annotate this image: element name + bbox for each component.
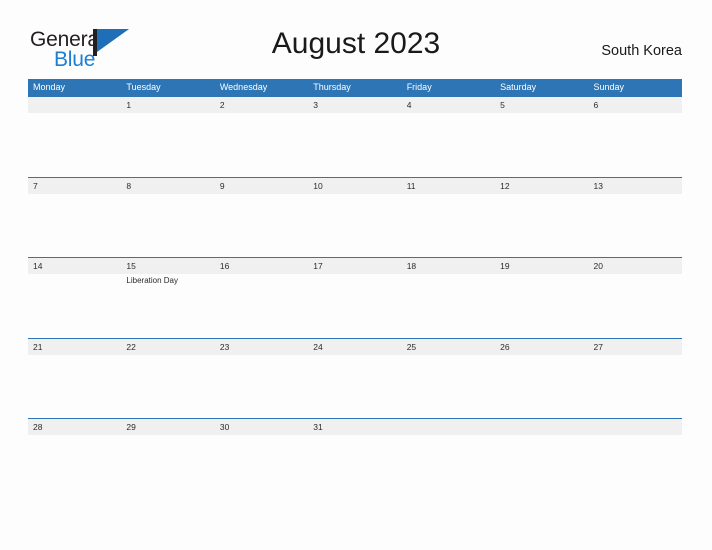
calendar-week-row: 14 15 Liberation Day 16 17 18 19 20 [28, 257, 682, 338]
day-number: 23 [219, 341, 230, 352]
day-cell[interactable]: 9 [215, 178, 308, 258]
day-number: 17 [313, 261, 323, 272]
calendar-week-row: 28 29 30 31 [28, 418, 682, 499]
day-number: 5 [500, 100, 505, 110]
day-cell[interactable]: 15 Liberation Day [121, 258, 214, 338]
day-number: 24 [313, 341, 323, 352]
day-number: 19 [500, 261, 510, 272]
weekday-header-sunday: Sunday [593, 82, 625, 92]
day-number: 1 [126, 100, 132, 110]
weekday-header-friday: Friday [406, 82, 432, 92]
day-number: 16 [219, 261, 230, 272]
day-number: 27 [593, 341, 603, 352]
day-cell[interactable]: 21 [28, 339, 121, 419]
weekday-header-tuesday: Tuesday [126, 82, 161, 92]
day-number: 14 [33, 261, 43, 272]
day-cell[interactable]: 19 [495, 258, 588, 338]
day-cell[interactable] [589, 419, 682, 499]
day-cell[interactable]: 18 [402, 258, 495, 338]
day-cell[interactable] [28, 97, 121, 177]
locale-label: South Korea [601, 43, 682, 59]
weekday-header-saturday: Saturday [500, 82, 537, 92]
day-cell[interactable]: 1 [121, 97, 214, 177]
day-cell[interactable]: 2 [215, 97, 308, 177]
day-number: 13 [593, 180, 603, 191]
day-number: 18 [406, 261, 417, 272]
day-cell[interactable]: 20 [589, 258, 682, 338]
calendar-grid: Monday Tuesday Wednesday Thursday Friday… [28, 79, 682, 499]
page-header: General Blue August 2023 South Korea [0, 0, 712, 71]
day-cell[interactable]: 4 [402, 97, 495, 177]
day-number: 28 [33, 422, 43, 433]
weekday-header-row: Monday Tuesday Wednesday Thursday Friday… [28, 79, 682, 96]
day-cell[interactable]: 3 [308, 97, 401, 177]
weekday-header-wednesday: Wednesday [219, 82, 268, 92]
day-number: 30 [219, 422, 230, 433]
day-cell[interactable]: 14 [28, 258, 121, 338]
day-cell[interactable]: 27 [589, 339, 682, 419]
calendar-week-row: 1 2 3 4 5 6 [28, 96, 682, 177]
day-cell[interactable]: 10 [308, 178, 401, 258]
day-cell[interactable]: 24 [308, 339, 401, 419]
day-cell[interactable]: 11 [402, 178, 495, 258]
day-cell[interactable] [402, 419, 495, 499]
day-cell[interactable]: 23 [215, 339, 308, 419]
day-number: 31 [313, 422, 323, 433]
day-number: 9 [219, 180, 225, 191]
day-number: 25 [406, 341, 417, 352]
day-number: 22 [126, 341, 136, 352]
day-cell[interactable]: 31 [308, 419, 401, 499]
day-number: 4 [406, 100, 412, 110]
day-cell[interactable]: 5 [495, 97, 588, 177]
day-cell[interactable]: 8 [121, 178, 214, 258]
day-number: 20 [593, 261, 603, 272]
day-cell[interactable]: 28 [28, 419, 121, 499]
day-number: 2 [219, 100, 225, 110]
day-event: Liberation Day [126, 276, 179, 286]
day-cell[interactable]: 12 [495, 178, 588, 258]
day-cell[interactable]: 29 [121, 419, 214, 499]
day-number: 10 [313, 180, 323, 191]
day-number: 7 [33, 180, 38, 191]
day-cell[interactable]: 26 [495, 339, 588, 419]
day-cell[interactable]: 22 [121, 339, 214, 419]
day-cell[interactable]: 13 [589, 178, 682, 258]
day-number: 8 [126, 180, 132, 191]
day-number: 26 [500, 341, 510, 352]
day-cell[interactable]: 6 [589, 97, 682, 177]
day-number: 15 [126, 261, 136, 272]
day-number: 3 [313, 100, 318, 110]
weekday-header-thursday: Thursday [313, 82, 351, 92]
calendar-week-row: 21 22 23 24 25 26 27 [28, 337, 682, 419]
day-number: 12 [500, 180, 510, 191]
day-number: 21 [33, 341, 43, 352]
day-cell[interactable] [495, 419, 588, 499]
day-cell[interactable]: 7 [28, 178, 121, 258]
day-cell[interactable]: 25 [402, 339, 495, 419]
day-number: 6 [593, 100, 599, 110]
day-cell[interactable]: 17 [308, 258, 401, 338]
calendar-week-row: 7 8 9 10 11 12 13 [28, 176, 682, 258]
weekday-header-monday: Monday [33, 82, 66, 92]
day-number: 11 [406, 180, 416, 191]
day-cell[interactable]: 16 [215, 258, 308, 338]
day-cell[interactable]: 30 [215, 419, 308, 499]
day-number: 29 [126, 422, 136, 433]
